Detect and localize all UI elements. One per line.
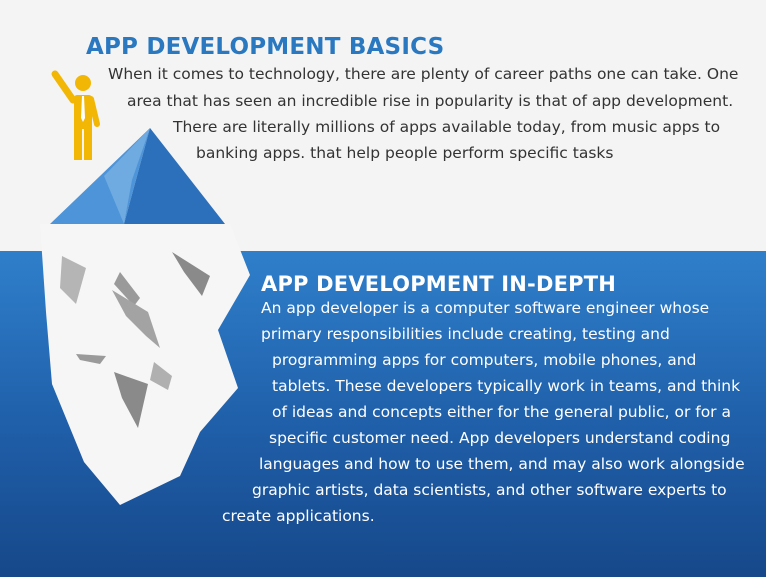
in-depth-paragraph-line: languages and how to use them, and may a… (259, 455, 745, 473)
section-title-basics: APP DEVELOPMENT BASICS (86, 34, 445, 60)
basics-paragraph-line: area that has seen an incredible rise in… (127, 92, 734, 110)
in-depth-paragraph-line: programming apps for computers, mobile p… (272, 351, 697, 369)
in-depth-paragraph-line: primary responsibilities include creatin… (261, 325, 670, 343)
in-depth-paragraph-line: specific customer need. App developers u… (269, 429, 731, 447)
iceberg-icon (40, 128, 250, 505)
basics-paragraph-line: When it comes to technology, there are p… (108, 65, 739, 83)
basics-paragraph-line: There are literally millions of apps ava… (173, 118, 721, 136)
in-depth-paragraph-line: graphic artists, data scientists, and ot… (252, 481, 727, 499)
person-pointing-icon (51, 70, 100, 160)
in-depth-paragraph-line: create applications. (222, 507, 375, 525)
section-title-in-depth: APP DEVELOPMENT IN-DEPTH (261, 272, 617, 296)
in-depth-paragraph-line: tablets. These developers typically work… (272, 377, 741, 395)
in-depth-paragraph-line: of ideas and concepts either for the gen… (272, 403, 731, 421)
in-depth-paragraph-line: An app developer is a computer software … (261, 299, 710, 317)
basics-paragraph-line: banking apps. that help people perform s… (196, 144, 614, 162)
